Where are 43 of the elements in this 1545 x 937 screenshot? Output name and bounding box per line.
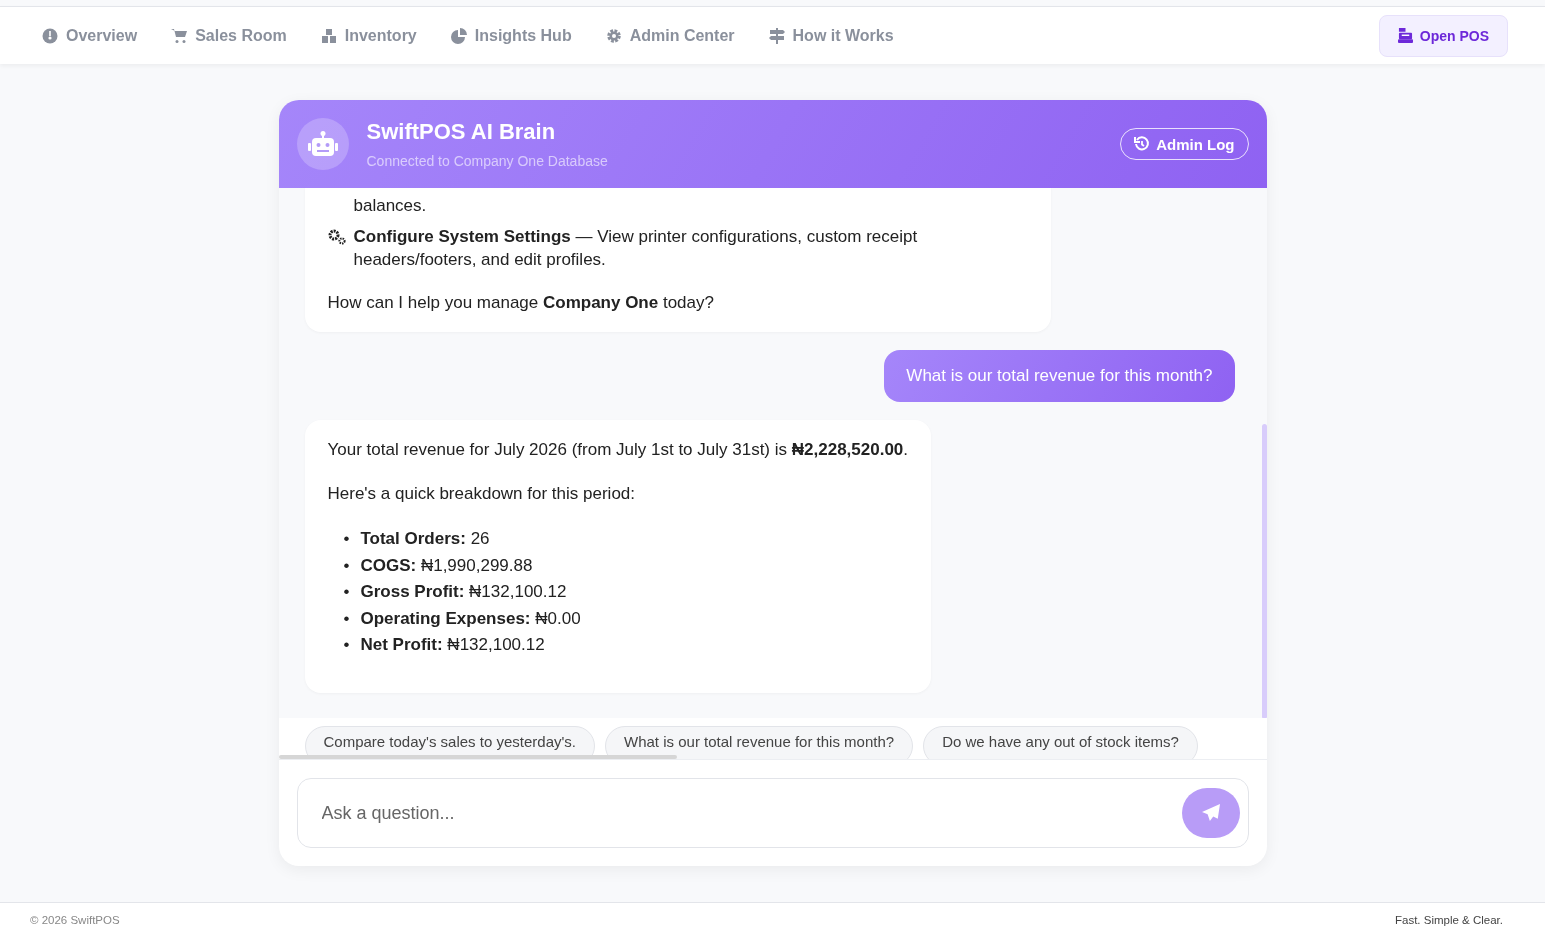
cash-register-icon — [1397, 28, 1413, 43]
chat-title: SwiftPOS AI Brain — [366, 119, 557, 145]
feature-text: Configure System Settings — View printer configurations, custom receipt headers/footers, and edit profiles. — [353, 226, 919, 271]
suggestion-chip[interactable]: Do we have any out of stock items? — [923, 726, 1198, 759]
bullet-marker: • — [343, 554, 350, 577]
message-text: Here's a quick breakdown for this period: — [327, 483, 636, 505]
gears-icon — [327, 229, 348, 245]
message-text: Your total revenue for July 2026 (from July 1st to July 31st) is ₦2,228,520.00. — [327, 439, 909, 461]
message-text: How can I help you manage Company One today? — [327, 292, 715, 314]
signpost-icon — [768, 27, 785, 44]
open-pos-button[interactable]: Open POS — [1378, 14, 1508, 57]
paper-plane-icon — [1201, 804, 1220, 822]
nav-link[interactable]: Inventory — [320, 26, 417, 45]
nav-link[interactable]: Sales Room — [171, 26, 287, 45]
nav-link[interactable]: Admin Center — [605, 26, 735, 45]
question-field[interactable]: Ask a question... — [319, 801, 1182, 825]
composer-field[interactable]: Ask a question... — [296, 778, 1249, 848]
bullet-marker: • — [343, 607, 350, 630]
list-item: COGS: ₦1,990,299.88 — [360, 554, 533, 577]
suggestion-chip[interactable]: What is our total revenue for this month? — [605, 726, 914, 759]
chat-subtitle: Connected to Company One Database — [366, 153, 608, 169]
nav-link[interactable]: How it Works — [768, 26, 894, 45]
bullet-marker: • — [343, 581, 350, 603]
feature-text: balances. — [353, 196, 427, 215]
list-item: Gross Profit: ₦132,100.12 — [360, 581, 567, 603]
history-icon — [1134, 136, 1151, 152]
nav-link[interactable]: Overview — [42, 26, 138, 45]
user-message: What is our total revenue for this month? — [884, 350, 1235, 402]
bullet-marker: • — [343, 528, 350, 550]
bullet-marker: • — [343, 634, 350, 656]
boxes-icon — [320, 27, 337, 44]
cart-icon — [171, 27, 188, 44]
list-item: Total Orders: 26 — [360, 528, 490, 550]
gear-icon — [605, 27, 622, 44]
list-item: Net Profit: ₦132,100.12 — [360, 634, 545, 656]
copyright-text: © 2026 SwiftPOS — [30, 914, 120, 926]
send-button[interactable] — [1181, 788, 1240, 838]
scrollbar-thumb[interactable] — [278, 755, 677, 759]
scrollbar-thumb[interactable] — [1261, 424, 1267, 718]
tagline-text: Fast. Simple & Clear. — [1395, 914, 1503, 926]
list-item: Operating Expenses: ₦0.00 — [360, 607, 581, 630]
nav-link[interactable]: Insights Hub — [450, 26, 572, 45]
pie-chart-icon — [450, 27, 467, 44]
